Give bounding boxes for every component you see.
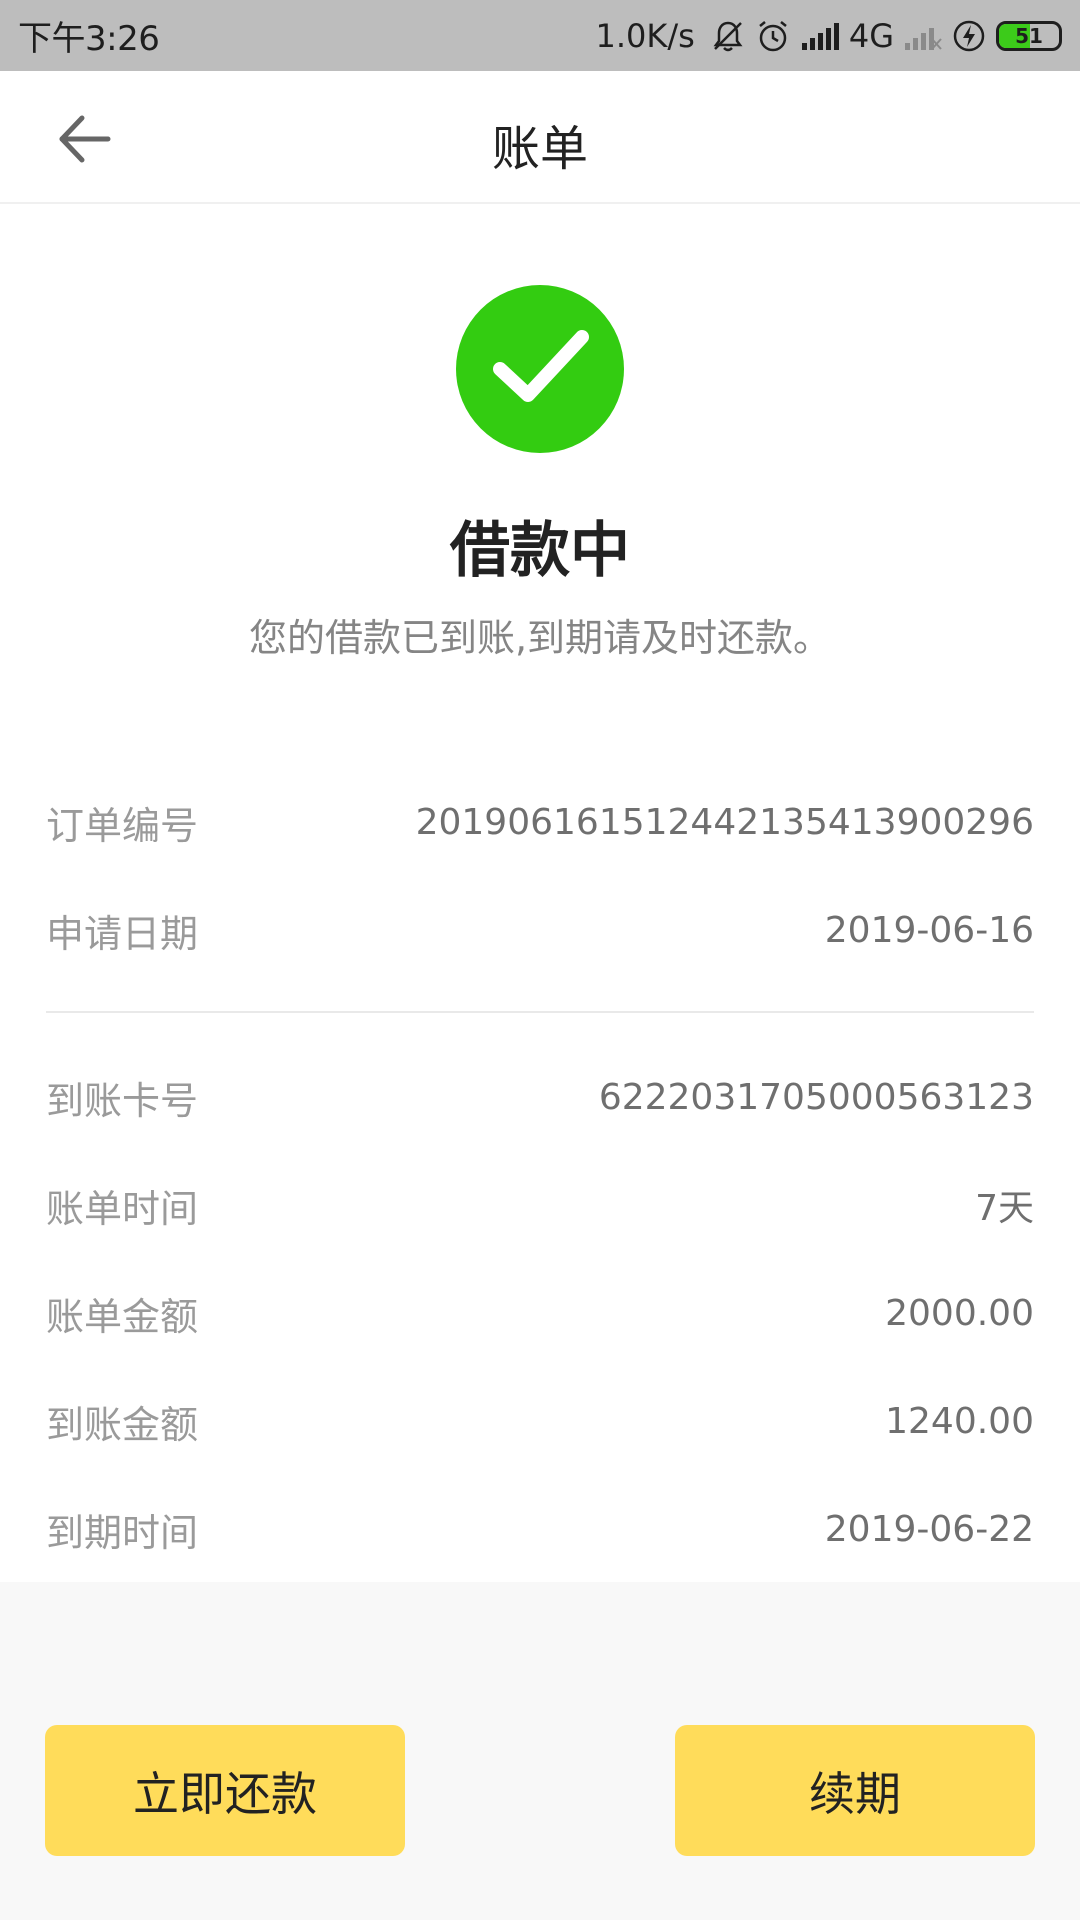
detail-label: 订单编号 [46, 803, 199, 848]
detail-value: 6222031705000563123 [598, 1076, 1034, 1118]
detail-row-bill-period: 账单时间 7天 [46, 1175, 1034, 1235]
network-speed: 1.0K/s [595, 16, 695, 55]
battery-icon: 51 [996, 20, 1062, 51]
detail-label: 到账金额 [46, 1402, 199, 1447]
signal-icon [801, 21, 839, 51]
detail-row-order-no: 订单编号 201906161512442135413900296 [46, 792, 1034, 852]
page-title: 账单 [491, 121, 588, 177]
signal-weak-icon [904, 21, 942, 51]
network-type: 4G [848, 16, 894, 55]
detail-value: 201906161512442135413900296 [415, 801, 1034, 843]
repay-now-button[interactable]: 立即还款 [45, 1725, 405, 1856]
battery-level: 51 [1015, 23, 1043, 48]
detail-value: 2019-06-16 [824, 909, 1034, 951]
divider [46, 1011, 1034, 1013]
detail-value: 2000.00 [885, 1292, 1034, 1334]
status-title: 借款中 [450, 516, 630, 586]
status-icons: 1.0K/s 4G 51 [596, 17, 1062, 55]
detail-label: 账单时间 [46, 1186, 199, 1231]
alarm-icon [755, 18, 791, 54]
detail-row-bill-amount: 账单金额 2000.00 [46, 1283, 1034, 1343]
charging-icon [952, 19, 986, 53]
status-subtitle: 您的借款已到账,到期请及时还款。 [248, 616, 832, 660]
bill-content: 借款中 您的借款已到账,到期请及时还款。 订单编号 20190616151244… [0, 204, 1080, 1582]
detail-label: 申请日期 [46, 911, 199, 956]
success-check-icon [456, 285, 624, 453]
status-time: 下午3:26 [18, 19, 160, 59]
detail-row-due-date: 到期时间 2019-06-22 [46, 1499, 1034, 1559]
detail-label: 账单金额 [46, 1294, 199, 1339]
detail-value: 7天 [975, 1188, 1034, 1229]
detail-label: 到账卡号 [46, 1078, 199, 1123]
detail-value: 1240.00 [885, 1400, 1034, 1442]
mute-bell-icon [711, 19, 745, 53]
detail-row-received-amount: 到账金额 1240.00 [46, 1391, 1034, 1451]
app-header: 账单 [0, 71, 1080, 204]
detail-row-apply-date: 申请日期 2019-06-16 [46, 900, 1034, 960]
bill-page: 下午3:26 1.0K/s 4G 51 账单 借款中 您的借款已到账,到期请及时… [0, 0, 1080, 1920]
renew-button[interactable]: 续期 [675, 1725, 1035, 1856]
detail-value: 2019-06-22 [824, 1508, 1034, 1550]
detail-row-card-no: 到账卡号 6222031705000563123 [46, 1067, 1034, 1127]
detail-label: 到期时间 [46, 1510, 199, 1555]
status-bar: 下午3:26 1.0K/s 4G 51 [0, 0, 1080, 71]
